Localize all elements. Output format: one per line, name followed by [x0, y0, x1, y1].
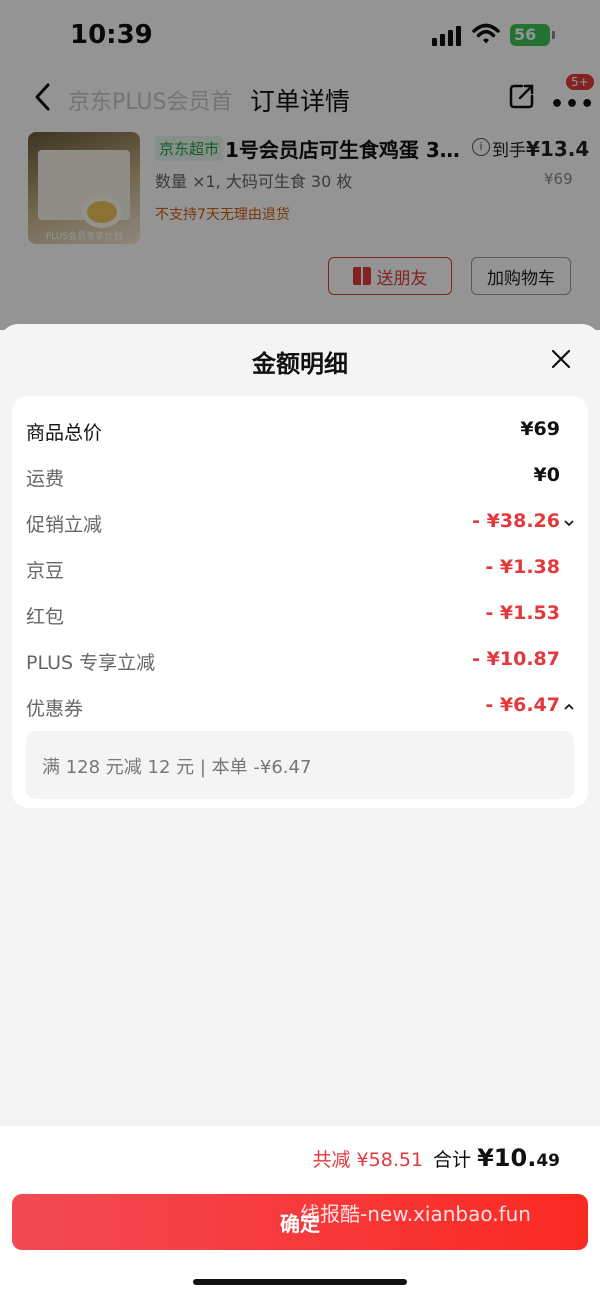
row-shipping: 运费 ¥0 [26, 464, 574, 494]
coupon-detail-text: 满 128 元减 12 元 | 本单 -¥6.47 [42, 757, 312, 778]
row-promotion[interactable]: 促销立减 - ¥38.26 [26, 510, 574, 540]
total-amount: 合计 ¥10.49 [433, 1144, 560, 1172]
chevron-up-icon[interactable] [564, 703, 574, 711]
row-value: - ¥1.53 [485, 602, 560, 624]
price-summary: 共减 ¥58.51 合计 ¥10.49 [313, 1144, 560, 1172]
row-value: ¥69 [520, 418, 560, 440]
row-subtotal: 商品总价 ¥69 [26, 418, 574, 448]
row-value: - ¥1.38 [485, 556, 560, 578]
total-label: 合计 [433, 1149, 472, 1171]
sheet-title: 金额明细 [252, 350, 348, 378]
coupon-detail-box: 满 128 元减 12 元 | 本单 -¥6.47 [26, 731, 574, 799]
row-label: 促销立减 [26, 514, 103, 536]
row-red-packet: 红包 - ¥1.53 [26, 602, 574, 632]
row-coupon[interactable]: 优惠券 - ¥6.47 [26, 694, 574, 724]
row-label: 优惠券 [26, 698, 84, 720]
total-dec: 49 [536, 1151, 560, 1171]
row-label: PLUS 专享立减 [26, 652, 156, 674]
row-label: 运费 [26, 468, 65, 490]
amount-detail-card: 商品总价 ¥69 运费 ¥0 促销立减 - ¥38.26 京豆 - ¥1.38 … [12, 396, 588, 808]
dim-overlay[interactable] [0, 0, 600, 330]
row-value: - ¥10.87 [472, 648, 560, 670]
total-int: ¥10. [477, 1144, 537, 1172]
watermark-text: 线报酷-new.xianbao.fun [300, 1202, 531, 1226]
close-icon[interactable] [550, 348, 572, 370]
home-indicator[interactable] [193, 1279, 407, 1285]
row-value: - ¥6.47 [485, 694, 560, 716]
row-label: 红包 [26, 606, 65, 628]
total-saved: 共减 ¥58.51 [312, 1149, 424, 1171]
chevron-down-icon[interactable] [564, 519, 574, 527]
row-value: ¥0 [533, 464, 560, 486]
row-jingdou: 京豆 - ¥1.38 [26, 556, 574, 586]
row-value: - ¥38.26 [472, 510, 560, 532]
row-label: 商品总价 [26, 422, 103, 444]
row-label: 京豆 [26, 560, 65, 582]
row-plus-discount: PLUS 专享立减 - ¥10.87 [26, 648, 574, 678]
